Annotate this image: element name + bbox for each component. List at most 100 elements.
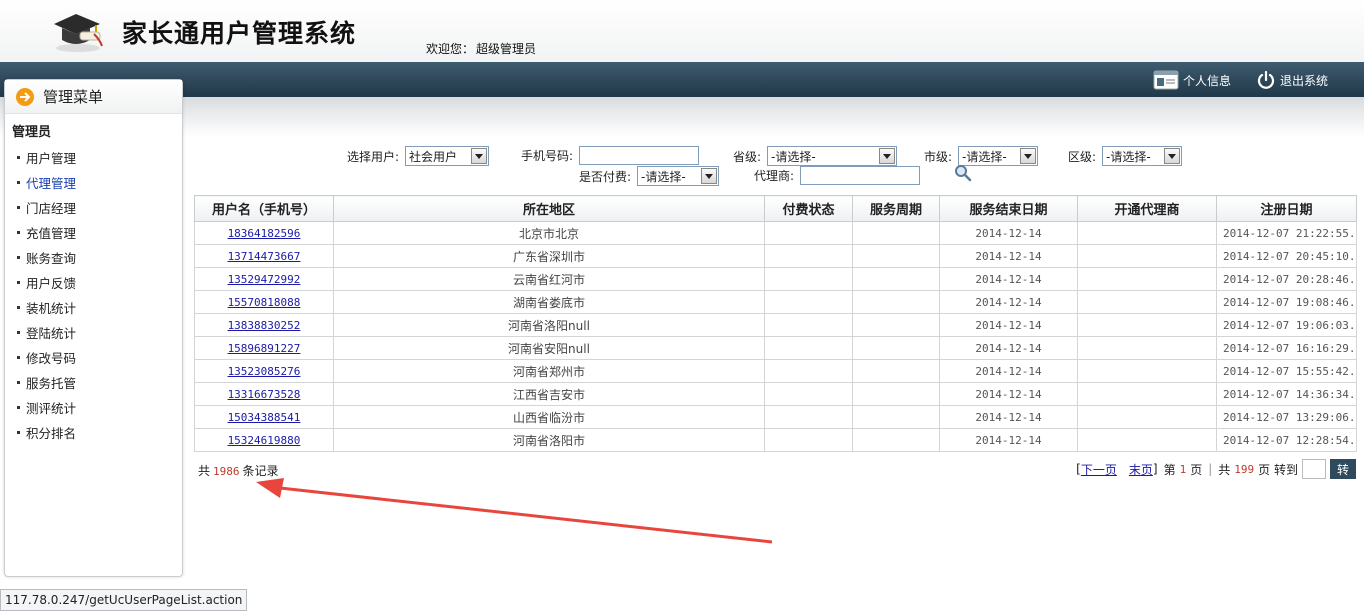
cell-paid [764,290,853,314]
sidebar-header: 管理菜单 [5,80,182,114]
province-select[interactable]: -请选择- [767,146,898,166]
user-phone-link[interactable]: 15570818088 [228,296,301,309]
search-icon[interactable] [954,164,972,182]
table-row: 15570818088 湖南省娄底市 2014-12-14 2014-12-07 19… [194,290,1357,314]
pagination: [ 下一页 末页 ] 第 1 页 | 共 199 页 转到 转 [1076,459,1356,479]
city-select[interactable]: -请选择- [958,146,1039,166]
cell-region: 河南省郑州市 [333,359,765,383]
sidebar-item[interactable]: 门店经理 [5,195,182,220]
cell-region: 湖南省娄底市 [333,290,765,314]
total-prefix: 共 [198,464,211,478]
graduation-cap-logo-icon [54,14,103,52]
cell-end-date: 2014-12-14 [939,267,1078,291]
cell-region: 山西省临汾市 [333,405,765,429]
current-page: 1 [1179,462,1187,476]
goto-page-button[interactable]: 转 [1330,459,1356,479]
cell-phone: 13316673528 [194,382,334,406]
user-phone-link[interactable]: 15896891227 [228,342,301,355]
table-row: 13838830252 河南省洛阳null 2014-12-14 2014-12-07… [194,313,1357,337]
user-phone-link[interactable]: 13316673528 [228,388,301,401]
pages-suffix: 页 转到 [1258,462,1298,477]
cell-agent [1077,336,1217,360]
sidebar-item[interactable]: 代理管理 [5,170,182,195]
top-navbar: 个人信息 退出系统 [0,62,1364,97]
bracket-close: ] [1152,462,1158,476]
sidebar-item[interactable]: 服务托管 [5,370,182,395]
bullet-icon [17,356,20,359]
cell-phone: 13523085276 [194,359,334,383]
user-phone-link[interactable]: 13714473667 [228,250,301,263]
province-filter: 省级: -请选择- [733,146,898,166]
sidebar-item-label: 登陆统计 [26,326,77,341]
user-phone-link[interactable]: 13838830252 [228,319,301,332]
cell-reg-date: 2014-12-07 21:22:55.0 [1216,221,1357,245]
district-select[interactable]: -请选择- [1102,146,1183,166]
bullet-icon [17,331,20,334]
sidebar-item[interactable]: 充值管理 [5,220,182,245]
cell-reg-date: 2014-12-07 14:36:34.0 [1216,382,1357,406]
table-row: 15034388541 山西省临汾市 2014-12-14 2014-12-07 13… [194,405,1357,429]
cell-region: 北京市北京 [333,221,765,245]
cell-paid [764,405,853,429]
filter-bar: 选择用户: 社会用户 手机号码: 省级: -请选择- 市级: -请选择- 区级:… [194,144,1356,190]
sidebar-item[interactable]: 用户反馈 [5,270,182,295]
cell-period [852,313,940,337]
table-header-row: 用户名（手机号） 所在地区 付费状态 服务周期 服务结束日期 开通代理商 注册日期 [194,195,1357,222]
cell-paid [764,359,853,383]
table-row: 15896891227 河南省安阳null 2014-12-14 2014-12-07… [194,336,1357,360]
cell-reg-date: 2014-12-07 20:28:46.0 [1216,267,1357,291]
user-phone-link[interactable]: 15034388541 [228,411,301,424]
paid-value: -请选择- [641,169,686,184]
table-body: 18364182596 北京市北京 2014-12-14 2014-12-07 21:… [194,221,1357,452]
welcome-user: 超级管理员 [476,42,537,56]
table-row: 15324619880 河南省洛阳市 2014-12-14 2014-12-07 12… [194,428,1357,452]
sidebar-item[interactable]: 积分排名 [5,420,182,445]
sidebar-item[interactable]: 测评统计 [5,395,182,420]
column-header: 服务结束日期 [939,195,1078,222]
welcome-label: 欢迎您： [426,42,475,56]
cell-paid [764,336,853,360]
sidebar-item[interactable]: 登陆统计 [5,320,182,345]
page-suffix: 页 [1190,462,1203,477]
cell-agent [1077,428,1217,452]
user-type-select[interactable]: 社会用户 [405,146,490,166]
sidebar-title: 管理菜单 [43,88,104,106]
paid-select[interactable]: -请选择- [637,166,720,186]
user-phone-link[interactable]: 13529472992 [228,273,301,286]
cell-end-date: 2014-12-14 [939,244,1078,268]
chevron-down-icon [1164,148,1181,164]
cell-phone: 13838830252 [194,313,334,337]
sidebar-item-label: 门店经理 [26,201,77,216]
user-phone-link[interactable]: 15324619880 [228,434,301,447]
cell-paid [764,221,853,245]
cell-agent [1077,244,1217,268]
cell-phone: 15570818088 [194,290,334,314]
goto-page-input[interactable] [1302,459,1326,479]
user-phone-link[interactable]: 13523085276 [228,365,301,378]
cell-region: 广东省深圳市 [333,244,765,268]
cell-agent [1077,405,1217,429]
cell-period [852,244,940,268]
arrow-right-circle-icon [16,87,34,106]
agent-input[interactable] [800,166,921,185]
chevron-down-icon [471,148,488,164]
sidebar-item[interactable]: 用户管理 [5,145,182,170]
user-phone-link[interactable]: 18364182596 [228,227,301,240]
province-value: -请选择- [771,149,816,164]
last-page-link[interactable]: 末页 [1129,461,1153,478]
next-page-link[interactable]: 下一页 [1081,461,1117,478]
profile-link[interactable]: 个人信息 [1153,70,1231,90]
cell-phone: 15034388541 [194,405,334,429]
sidebar-item[interactable]: 修改号码 [5,345,182,370]
city-value: -请选择- [962,149,1007,164]
sidebar: 管理菜单 管理员 用户管理 代理管理 门店经理 充值管理 账务查询 用户反馈 装机统计 登陆统… [4,79,183,577]
cell-period [852,382,940,406]
logout-link[interactable]: 退出系统 [1256,70,1328,90]
cell-region: 河南省洛阳null [333,313,765,337]
cell-end-date: 2014-12-14 [939,290,1078,314]
bullet-icon [17,431,20,434]
sidebar-item[interactable]: 装机统计 [5,295,182,320]
sidebar-item[interactable]: 账务查询 [5,245,182,270]
phone-input[interactable] [579,146,700,165]
paid-filter: 是否付费: -请选择- [579,166,720,186]
